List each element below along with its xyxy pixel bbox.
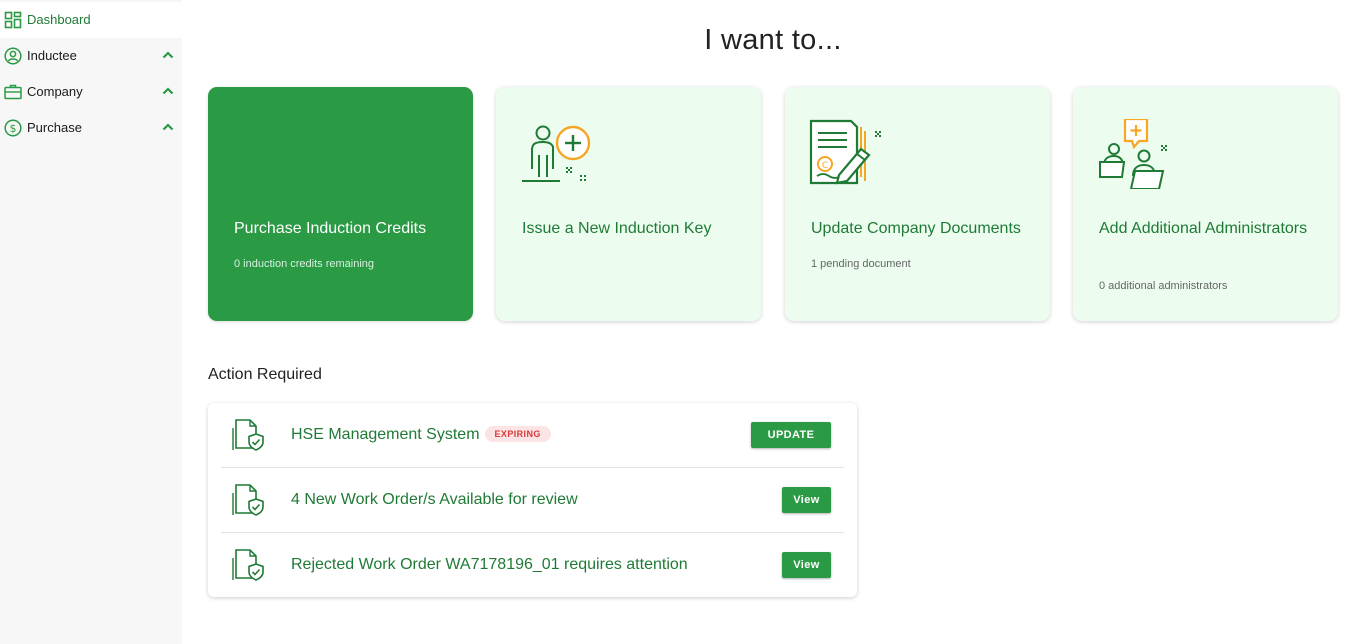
document-shield-icon — [232, 419, 264, 451]
document-shield-icon — [232, 484, 264, 516]
card-title: Add Additional Administrators — [1099, 220, 1308, 237]
card-subtitle: 1 pending document — [811, 258, 911, 270]
action-row-rejected-work-order: Rejected Work Order WA7178196_01 require… — [221, 533, 844, 598]
card-title: Issue a New Induction Key — [522, 220, 712, 237]
sidebar-item-label: Company — [27, 84, 83, 99]
page-heading: I want to... — [704, 24, 842, 56]
document-edit-illustration-icon: C — [809, 119, 881, 185]
view-button[interactable]: View — [782, 552, 831, 578]
sidebar-item-label: Inductee — [27, 48, 77, 63]
document-shield-icon — [232, 549, 264, 581]
action-row-text: HSE Management System EXPIRING — [291, 426, 551, 444]
admin-users-illustration-icon — [1099, 119, 1167, 189]
status-badge: EXPIRING — [484, 426, 551, 442]
card-title: Update Company Documents — [811, 220, 1021, 237]
svg-text:C: C — [822, 161, 828, 171]
sidebar-item-label: Purchase — [27, 120, 82, 135]
update-button[interactable]: UPDATE — [751, 422, 831, 448]
chevron-up-icon[interactable] — [162, 123, 174, 131]
user-plus-illustration-icon — [522, 125, 591, 182]
action-row-work-orders: 4 New Work Order/s Available for review … — [221, 468, 844, 533]
action-row-label: 4 New Work Order/s Available for review — [291, 491, 578, 508]
action-required-title: Action Required — [208, 366, 322, 383]
sidebar-item-inductee[interactable]: Inductee — [0, 38, 182, 74]
sidebar-item-label: Dashboard — [27, 12, 91, 27]
action-row-label: Rejected Work Order WA7178196_01 require… — [291, 556, 688, 573]
card-subtitle: 0 induction credits remaining — [234, 258, 375, 270]
card-add-administrators[interactable]: Add Additional Administrators 0 addition… — [1073, 87, 1338, 321]
action-row-hse: HSE Management System EXPIRING UPDATE — [221, 403, 844, 468]
card-purchase-induction-credits[interactable]: Purchase Induction Credits 0 induction c… — [208, 87, 473, 321]
chevron-up-icon[interactable] — [162, 87, 174, 95]
sidebar-item-dashboard[interactable]: Dashboard — [0, 2, 182, 38]
action-required-panel: HSE Management System EXPIRING UPDATE 4 N… — [208, 403, 857, 597]
card-title: Purchase Induction Credits — [234, 220, 427, 237]
dollar-circle-icon: $ — [4, 119, 22, 137]
chevron-up-icon[interactable] — [162, 51, 174, 59]
card-subtitle: 0 additional administrators — [1099, 280, 1228, 292]
sidebar-item-company[interactable]: Company — [0, 74, 182, 110]
user-circle-icon — [4, 47, 22, 65]
view-button[interactable]: View — [782, 487, 831, 513]
sidebar-item-purchase[interactable]: $ Purchase — [0, 110, 182, 146]
svg-text:$: $ — [10, 122, 17, 135]
dashboard-grid-icon — [4, 11, 22, 29]
sidebar: Dashboard Inductee Company $ Purchase — [0, 0, 182, 644]
card-update-company-documents[interactable]: C Update Company Documents 1 pending doc… — [785, 87, 1050, 321]
card-issue-induction-key[interactable]: Issue a New Induction Key — [496, 87, 761, 321]
action-row-label: HSE Management System — [291, 426, 480, 443]
briefcase-icon — [4, 84, 22, 100]
